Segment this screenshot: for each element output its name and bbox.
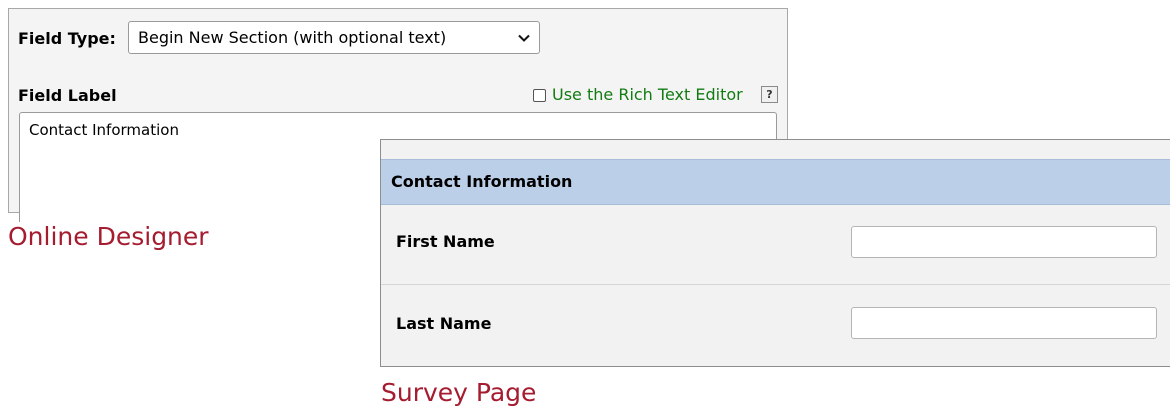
rich-text-editor-toggle[interactable]: Use the Rich Text Editor [533,83,743,105]
survey-field-row: Last Name [381,285,1170,367]
survey-page-panel: Contact Information First Name Last Name [380,139,1170,367]
survey-field-row: First Name [381,205,1170,285]
rich-text-editor-checkbox[interactable] [533,89,546,102]
last-name-input[interactable] [851,307,1157,339]
survey-page-caption: Survey Page [381,378,537,407]
field-type-label: Field Type: [18,29,116,48]
online-designer-caption: Online Designer [8,222,209,251]
last-name-label: Last Name [396,314,492,333]
section-header: Contact Information [381,159,1170,205]
chevron-down-icon [518,34,530,42]
field-type-select[interactable]: Begin New Section (with optional text) [128,21,540,54]
help-icon[interactable]: ? [761,86,778,103]
first-name-label: First Name [396,232,495,251]
field-label-heading: Field Label [18,86,117,105]
field-type-selected-value: Begin New Section (with optional text) [138,28,447,47]
first-name-input[interactable] [851,226,1157,258]
rich-text-editor-label[interactable]: Use the Rich Text Editor [552,85,743,104]
